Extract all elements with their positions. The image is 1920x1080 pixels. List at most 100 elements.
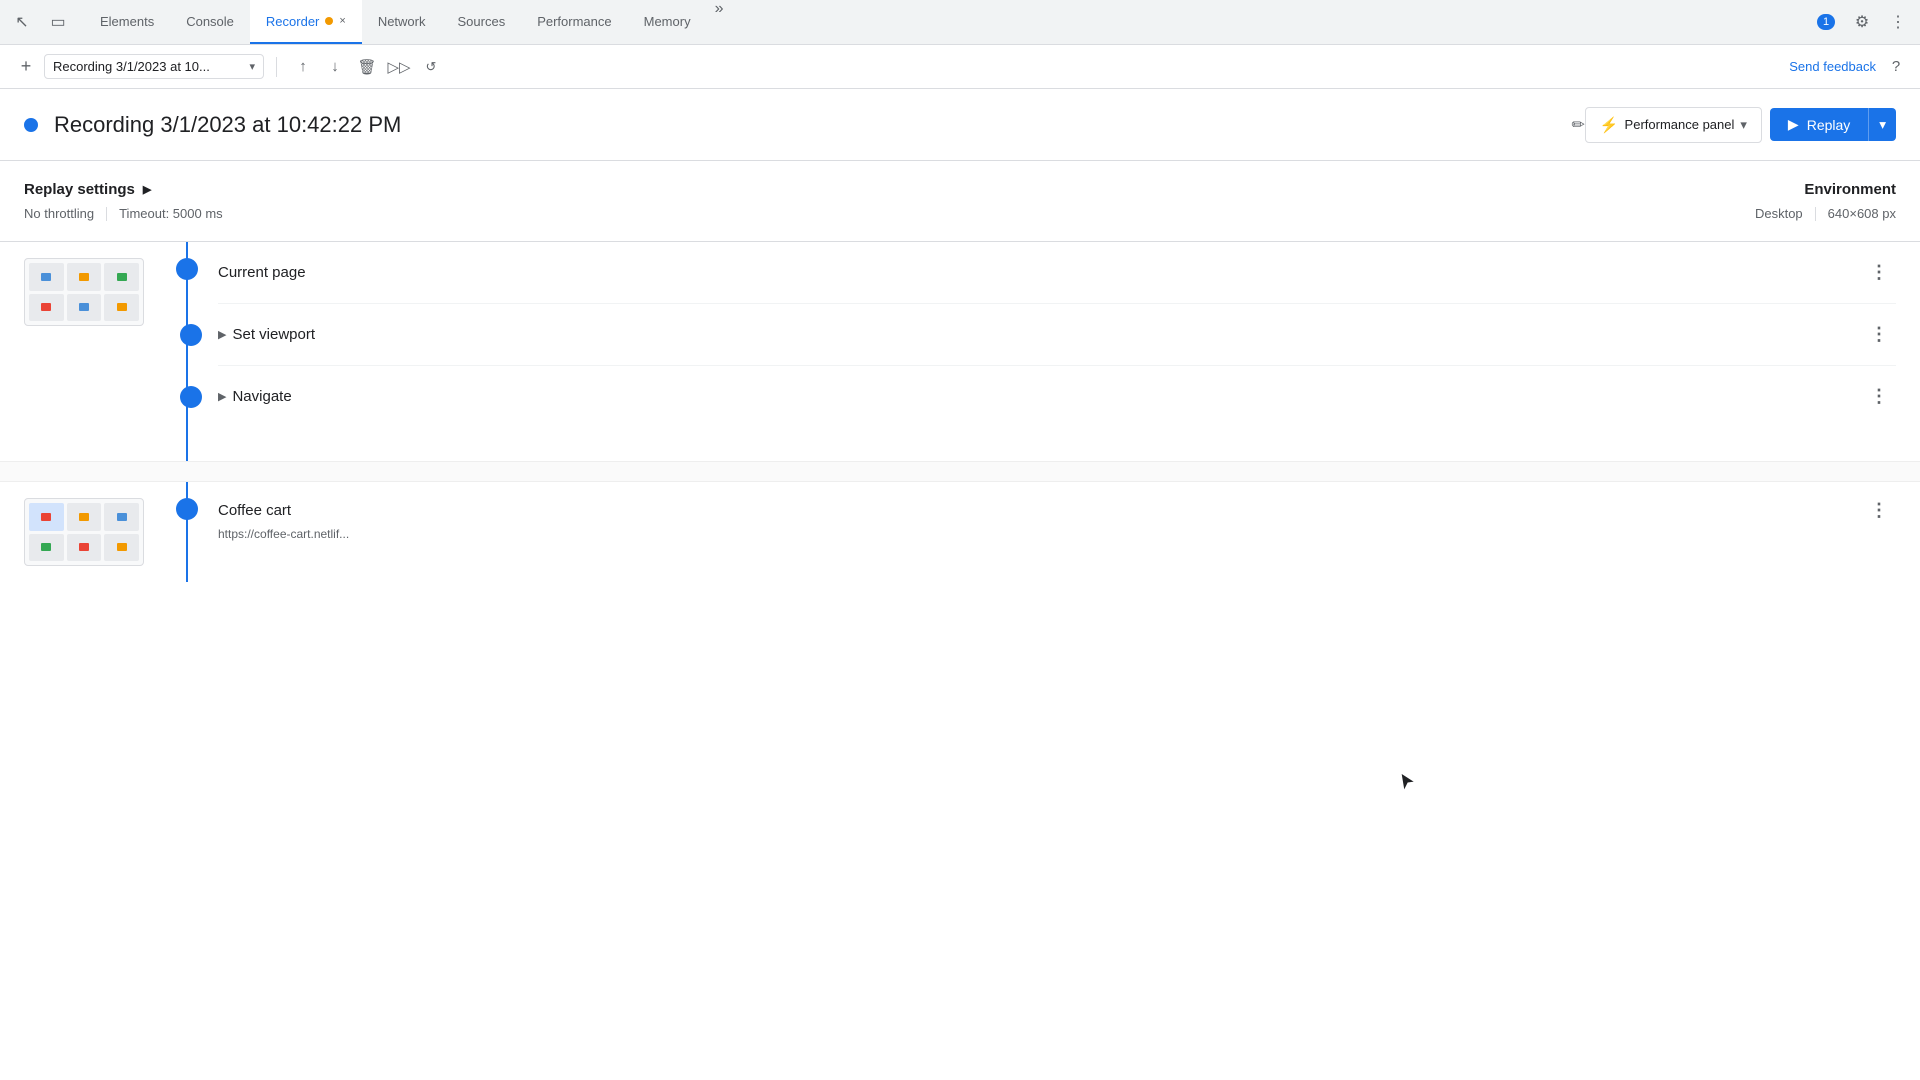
replay-label: Replay bbox=[1807, 117, 1851, 133]
help-icon: ? bbox=[1892, 58, 1900, 75]
pointer-icon: ↖ bbox=[15, 12, 28, 32]
environment-title: Environment bbox=[1755, 181, 1896, 198]
add-recording-btn[interactable]: + bbox=[12, 53, 40, 81]
chevron-down-icon: ▾ bbox=[249, 60, 255, 73]
tab-network[interactable]: Network bbox=[362, 0, 442, 44]
step-row-navigate[interactable]: ▶ Navigate ⋮ bbox=[218, 366, 1896, 427]
gear-icon: ⚙ bbox=[1855, 12, 1869, 32]
settings-btn[interactable]: ⚙ bbox=[1848, 8, 1876, 36]
page-thumbnail-1 bbox=[24, 258, 144, 326]
tab-elements-label: Elements bbox=[100, 14, 154, 29]
replay-settings-left: Replay settings ▶ No throttling Timeout:… bbox=[24, 181, 223, 221]
settings-separator bbox=[106, 207, 107, 221]
header-right: ⚡ Performance panel ▾ ▶ Replay ▾ bbox=[1585, 107, 1896, 143]
upload-icon: ↑ bbox=[299, 58, 307, 75]
tab-icons: ↖ ▭ bbox=[8, 8, 84, 36]
replay-settings-section: Replay settings ▶ No throttling Timeout:… bbox=[0, 161, 1920, 242]
step-set-viewport-chevron: ▶ bbox=[218, 328, 226, 341]
performance-panel-chevron: ▾ bbox=[1740, 117, 1747, 133]
replay-settings-values: No throttling Timeout: 5000 ms bbox=[24, 206, 223, 221]
recording-status-dot bbox=[24, 118, 38, 132]
ellipsis-icon: ⋮ bbox=[1890, 12, 1906, 32]
step-current-page-more[interactable]: ⋮ bbox=[1862, 258, 1896, 287]
tab-bar-right: 1 ⚙ ⋮ bbox=[1812, 8, 1912, 36]
env-separator bbox=[1815, 207, 1816, 221]
step-coffee-cart-more[interactable]: ⋮ bbox=[1862, 496, 1896, 525]
steps-scroll[interactable]: Current page ⋮ ▶ Set viewport ⋮ bbox=[0, 242, 1920, 1080]
tab-memory[interactable]: Memory bbox=[628, 0, 707, 44]
send-feedback-link[interactable]: Send feedback bbox=[1789, 59, 1876, 74]
recorder-active-dot bbox=[325, 17, 333, 25]
replay-main-btn[interactable]: ▶ Replay bbox=[1770, 108, 1868, 141]
step-set-viewport-label: Set viewport bbox=[232, 326, 315, 343]
tab-more-btn[interactable]: » bbox=[707, 0, 732, 44]
page-group-1: Current page ⋮ ▶ Set viewport ⋮ bbox=[0, 242, 1920, 462]
edit-title-icon[interactable]: ✏ bbox=[1571, 115, 1584, 135]
environment-values: Desktop 640×608 px bbox=[1755, 206, 1896, 221]
step-set-viewport-more[interactable]: ⋮ bbox=[1862, 320, 1896, 349]
page-thumbnail-col-2 bbox=[24, 482, 164, 582]
performance-panel-label: Performance panel bbox=[1625, 117, 1735, 132]
replay-chevron-down-icon: ▾ bbox=[1879, 117, 1886, 133]
timeline-steps-2: Coffee cart ⋮ https://coffee-cart.netlif… bbox=[172, 482, 1896, 582]
tab-console-label: Console bbox=[186, 14, 234, 29]
tab-console[interactable]: Console bbox=[170, 0, 250, 44]
step-coffee-cart-label: Coffee cart bbox=[218, 502, 291, 519]
export-btn[interactable]: ↑ bbox=[289, 53, 317, 81]
import-btn[interactable]: ↓ bbox=[321, 53, 349, 81]
play-icon: ▷▷ bbox=[387, 58, 410, 76]
steps-col-2: Coffee cart ⋮ https://coffee-cart.netlif… bbox=[218, 482, 1896, 582]
performance-panel-btn[interactable]: ⚡ Performance panel ▾ bbox=[1585, 107, 1762, 143]
tab-recorder-label: Recorder bbox=[266, 14, 319, 29]
record-icon: ↺ bbox=[426, 59, 437, 75]
tab-recorder[interactable]: Recorder × bbox=[250, 0, 362, 44]
recording-selector-text: Recording 3/1/2023 at 10... bbox=[53, 59, 245, 74]
device-icon: ▭ bbox=[50, 12, 65, 32]
notification-btn[interactable]: 1 bbox=[1812, 8, 1840, 36]
tab-sources[interactable]: Sources bbox=[442, 0, 522, 44]
recording-selector[interactable]: Recording 3/1/2023 at 10... ▾ bbox=[44, 54, 264, 79]
record-btn[interactable]: ↺ bbox=[417, 53, 445, 81]
timeline-line-col-2 bbox=[172, 482, 202, 582]
recording-header: Recording 3/1/2023 at 10:42:22 PM ✏ ⚡ Pe… bbox=[0, 89, 1920, 161]
step-dot-current-page bbox=[176, 258, 198, 280]
replay-dropdown-btn[interactable]: ▾ bbox=[1868, 108, 1896, 141]
toolbar-right: Send feedback ? bbox=[1789, 55, 1908, 79]
throttling-value: No throttling bbox=[24, 206, 94, 221]
download-icon: ↓ bbox=[331, 58, 339, 75]
more-options-btn[interactable]: ⋮ bbox=[1884, 8, 1912, 36]
tab-memory-label: Memory bbox=[644, 14, 691, 29]
tab-performance[interactable]: Performance bbox=[521, 0, 627, 44]
step-current-page-label: Current page bbox=[218, 264, 306, 281]
step-dot-set-viewport bbox=[180, 324, 202, 346]
trash-icon: 🗑 bbox=[357, 58, 376, 76]
step-navigate-label: Navigate bbox=[232, 388, 291, 405]
step-navigate-more[interactable]: ⋮ bbox=[1862, 382, 1896, 411]
steps-col-1: Current page ⋮ ▶ Set viewport ⋮ bbox=[218, 242, 1896, 461]
plus-icon: + bbox=[21, 56, 32, 77]
help-btn[interactable]: ? bbox=[1884, 55, 1908, 79]
page-thumbnail-2 bbox=[24, 498, 144, 566]
tab-performance-label: Performance bbox=[537, 14, 611, 29]
replay-btn-group: ▶ Replay ▾ bbox=[1770, 108, 1896, 141]
step-row-set-viewport[interactable]: ▶ Set viewport ⋮ bbox=[218, 304, 1896, 366]
recorder-toolbar: + Recording 3/1/2023 at 10... ▾ ↑ ↓ 🗑 ▷▷… bbox=[0, 45, 1920, 89]
device-icon-btn[interactable]: ▭ bbox=[44, 8, 72, 36]
step-group-spacer bbox=[0, 462, 1920, 482]
step-row-coffee-cart[interactable]: Coffee cart ⋮ https://coffee-cart.netlif… bbox=[218, 482, 1896, 555]
tab-elements[interactable]: Elements bbox=[84, 0, 170, 44]
delete-recording-btn[interactable]: 🗑 bbox=[353, 53, 381, 81]
play-btn[interactable]: ▷▷ bbox=[385, 53, 413, 81]
tab-recorder-close[interactable]: × bbox=[339, 15, 345, 27]
replay-settings-chevron: ▶ bbox=[143, 183, 151, 196]
main-content: Recording 3/1/2023 at 10:42:22 PM ✏ ⚡ Pe… bbox=[0, 89, 1920, 1080]
timeline-vline-2 bbox=[186, 482, 188, 582]
tab-sources-label: Sources bbox=[458, 14, 506, 29]
page-thumbnail-col bbox=[24, 242, 164, 461]
replay-settings-title[interactable]: Replay settings ▶ bbox=[24, 181, 223, 198]
step-dot-coffee-cart bbox=[176, 498, 198, 520]
pointer-icon-btn[interactable]: ↖ bbox=[8, 8, 36, 36]
notification-badge: 1 bbox=[1817, 14, 1835, 30]
step-row-current-page[interactable]: Current page ⋮ bbox=[218, 242, 1896, 304]
replay-settings-label: Replay settings bbox=[24, 181, 135, 198]
